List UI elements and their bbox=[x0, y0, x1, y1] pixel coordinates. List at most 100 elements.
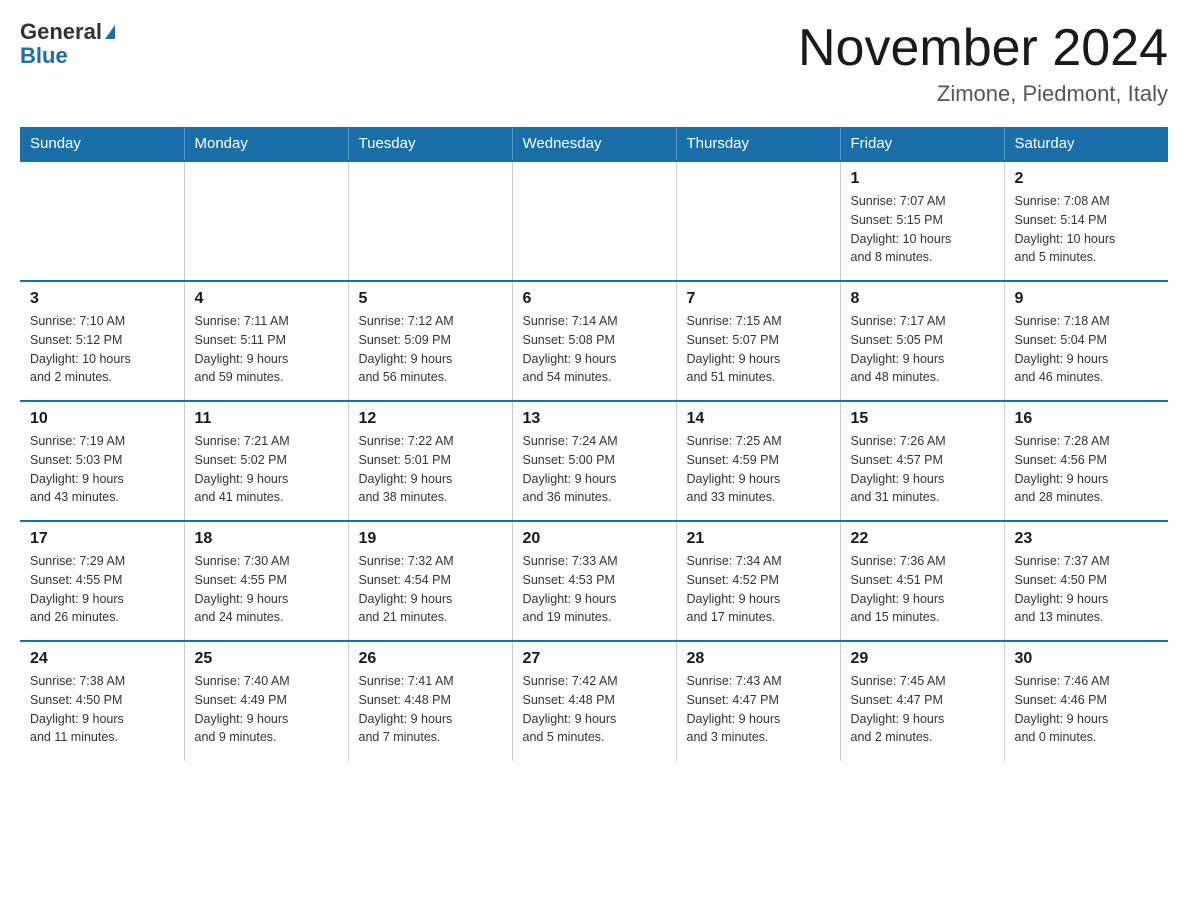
logo-triangle-icon bbox=[105, 25, 115, 39]
day-info: Sunrise: 7:21 AM Sunset: 5:02 PM Dayligh… bbox=[195, 432, 338, 507]
weekday-header-saturday: Saturday bbox=[1004, 127, 1168, 161]
calendar-cell: 25 Sunrise: 7:40 AM Sunset: 4:49 PM Dayli… bbox=[184, 641, 348, 761]
logo-general-text: General bbox=[20, 20, 102, 44]
day-number: 25 bbox=[195, 650, 338, 668]
calendar-cell: 26 Sunrise: 7:41 AM Sunset: 4:48 PM Dayli… bbox=[348, 641, 512, 761]
day-info: Sunrise: 7:07 AM Sunset: 5:15 PM Dayligh… bbox=[851, 192, 994, 267]
calendar-cell bbox=[512, 161, 676, 281]
day-info: Sunrise: 7:28 AM Sunset: 4:56 PM Dayligh… bbox=[1015, 432, 1159, 507]
calendar-cell: 27 Sunrise: 7:42 AM Sunset: 4:48 PM Dayli… bbox=[512, 641, 676, 761]
calendar-cell: 23Sunrise: 7:37 AM Sunset: 4:50 PM Dayli… bbox=[1004, 521, 1168, 641]
calendar-cell: 2 Sunrise: 7:08 AM Sunset: 5:14 PM Daylig… bbox=[1004, 161, 1168, 281]
day-info: Sunrise: 7:08 AM Sunset: 5:14 PM Dayligh… bbox=[1015, 192, 1159, 267]
calendar-cell: 10 Sunrise: 7:19 AM Sunset: 5:03 PM Dayli… bbox=[20, 401, 184, 521]
calendar-cell: 21Sunrise: 7:34 AM Sunset: 4:52 PM Dayli… bbox=[676, 521, 840, 641]
day-number: 14 bbox=[687, 410, 830, 428]
day-number: 9 bbox=[1015, 290, 1159, 308]
weekday-header-sunday: Sunday bbox=[20, 127, 184, 161]
calendar-week-row: 24Sunrise: 7:38 AM Sunset: 4:50 PM Dayli… bbox=[20, 641, 1168, 761]
day-number: 23 bbox=[1015, 530, 1159, 548]
day-number: 19 bbox=[359, 530, 502, 548]
location-title: Zimone, Piedmont, Italy bbox=[798, 81, 1168, 107]
day-info: Sunrise: 7:24 AM Sunset: 5:00 PM Dayligh… bbox=[523, 432, 666, 507]
month-title: November 2024 bbox=[798, 20, 1168, 77]
day-number: 18 bbox=[195, 530, 338, 548]
day-number: 22 bbox=[851, 530, 994, 548]
weekday-header-friday: Friday bbox=[840, 127, 1004, 161]
day-number: 16 bbox=[1015, 410, 1159, 428]
calendar-cell: 12 Sunrise: 7:22 AM Sunset: 5:01 PM Dayli… bbox=[348, 401, 512, 521]
day-number: 11 bbox=[195, 410, 338, 428]
day-info: Sunrise: 7:38 AM Sunset: 4:50 PM Dayligh… bbox=[30, 672, 174, 747]
day-info: Sunrise: 7:22 AM Sunset: 5:01 PM Dayligh… bbox=[359, 432, 502, 507]
calendar-cell bbox=[348, 161, 512, 281]
day-info: Sunrise: 7:33 AM Sunset: 4:53 PM Dayligh… bbox=[523, 552, 666, 627]
day-info: Sunrise: 7:45 AM Sunset: 4:47 PM Dayligh… bbox=[851, 672, 994, 747]
calendar-cell: 4 Sunrise: 7:11 AM Sunset: 5:11 PM Daylig… bbox=[184, 281, 348, 401]
day-info: Sunrise: 7:36 AM Sunset: 4:51 PM Dayligh… bbox=[851, 552, 994, 627]
day-info: Sunrise: 7:42 AM Sunset: 4:48 PM Dayligh… bbox=[523, 672, 666, 747]
day-number: 5 bbox=[359, 290, 502, 308]
day-number: 27 bbox=[523, 650, 666, 668]
day-info: Sunrise: 7:40 AM Sunset: 4:49 PM Dayligh… bbox=[195, 672, 338, 747]
weekday-header-wednesday: Wednesday bbox=[512, 127, 676, 161]
calendar-cell: 15 Sunrise: 7:26 AM Sunset: 4:57 PM Dayli… bbox=[840, 401, 1004, 521]
day-number: 2 bbox=[1015, 170, 1159, 188]
day-info: Sunrise: 7:11 AM Sunset: 5:11 PM Dayligh… bbox=[195, 312, 338, 387]
calendar-cell: 18 Sunrise: 7:30 AM Sunset: 4:55 PM Dayli… bbox=[184, 521, 348, 641]
day-number: 20 bbox=[523, 530, 666, 548]
day-number: 26 bbox=[359, 650, 502, 668]
calendar-cell: 17 Sunrise: 7:29 AM Sunset: 4:55 PM Dayli… bbox=[20, 521, 184, 641]
calendar-week-row: 3 Sunrise: 7:10 AM Sunset: 5:12 PM Daylig… bbox=[20, 281, 1168, 401]
calendar-cell bbox=[676, 161, 840, 281]
day-number: 17 bbox=[30, 530, 174, 548]
calendar-cell: 13 Sunrise: 7:24 AM Sunset: 5:00 PM Dayli… bbox=[512, 401, 676, 521]
logo: General Blue bbox=[20, 20, 115, 68]
day-info: Sunrise: 7:29 AM Sunset: 4:55 PM Dayligh… bbox=[30, 552, 174, 627]
weekday-header-tuesday: Tuesday bbox=[348, 127, 512, 161]
logo-blue-text: Blue bbox=[20, 44, 115, 68]
calendar-cell: 22 Sunrise: 7:36 AM Sunset: 4:51 PM Dayli… bbox=[840, 521, 1004, 641]
day-info: Sunrise: 7:25 AM Sunset: 4:59 PM Dayligh… bbox=[687, 432, 830, 507]
calendar-cell bbox=[184, 161, 348, 281]
calendar-cell: 7 Sunrise: 7:15 AM Sunset: 5:07 PM Daylig… bbox=[676, 281, 840, 401]
day-info: Sunrise: 7:18 AM Sunset: 5:04 PM Dayligh… bbox=[1015, 312, 1159, 387]
day-number: 29 bbox=[851, 650, 994, 668]
calendar-week-row: 10 Sunrise: 7:19 AM Sunset: 5:03 PM Dayli… bbox=[20, 401, 1168, 521]
title-area: November 2024 Zimone, Piedmont, Italy bbox=[798, 20, 1168, 107]
day-number: 12 bbox=[359, 410, 502, 428]
day-number: 1 bbox=[851, 170, 994, 188]
calendar-cell: 16 Sunrise: 7:28 AM Sunset: 4:56 PM Dayli… bbox=[1004, 401, 1168, 521]
header: General Blue November 2024 Zimone, Piedm… bbox=[20, 20, 1168, 107]
day-number: 3 bbox=[30, 290, 174, 308]
day-info: Sunrise: 7:34 AM Sunset: 4:52 PM Dayligh… bbox=[687, 552, 830, 627]
day-info: Sunrise: 7:10 AM Sunset: 5:12 PM Dayligh… bbox=[30, 312, 174, 387]
calendar-cell: 14 Sunrise: 7:25 AM Sunset: 4:59 PM Dayli… bbox=[676, 401, 840, 521]
day-info: Sunrise: 7:19 AM Sunset: 5:03 PM Dayligh… bbox=[30, 432, 174, 507]
day-number: 4 bbox=[195, 290, 338, 308]
calendar-cell: 1 Sunrise: 7:07 AM Sunset: 5:15 PM Daylig… bbox=[840, 161, 1004, 281]
day-number: 30 bbox=[1015, 650, 1159, 668]
day-info: Sunrise: 7:30 AM Sunset: 4:55 PM Dayligh… bbox=[195, 552, 338, 627]
weekday-header-row: SundayMondayTuesdayWednesdayThursdayFrid… bbox=[20, 127, 1168, 161]
day-info: Sunrise: 7:43 AM Sunset: 4:47 PM Dayligh… bbox=[687, 672, 830, 747]
calendar-cell: 30 Sunrise: 7:46 AM Sunset: 4:46 PM Dayli… bbox=[1004, 641, 1168, 761]
calendar-cell: 29 Sunrise: 7:45 AM Sunset: 4:47 PM Dayli… bbox=[840, 641, 1004, 761]
calendar-cell: 28Sunrise: 7:43 AM Sunset: 4:47 PM Dayli… bbox=[676, 641, 840, 761]
calendar-cell: 3 Sunrise: 7:10 AM Sunset: 5:12 PM Daylig… bbox=[20, 281, 184, 401]
day-number: 13 bbox=[523, 410, 666, 428]
calendar-cell bbox=[20, 161, 184, 281]
calendar-cell: 6Sunrise: 7:14 AM Sunset: 5:08 PM Daylig… bbox=[512, 281, 676, 401]
day-info: Sunrise: 7:17 AM Sunset: 5:05 PM Dayligh… bbox=[851, 312, 994, 387]
day-info: Sunrise: 7:41 AM Sunset: 4:48 PM Dayligh… bbox=[359, 672, 502, 747]
calendar-cell: 5 Sunrise: 7:12 AM Sunset: 5:09 PM Daylig… bbox=[348, 281, 512, 401]
calendar-cell: 8Sunrise: 7:17 AM Sunset: 5:05 PM Daylig… bbox=[840, 281, 1004, 401]
day-info: Sunrise: 7:15 AM Sunset: 5:07 PM Dayligh… bbox=[687, 312, 830, 387]
day-info: Sunrise: 7:26 AM Sunset: 4:57 PM Dayligh… bbox=[851, 432, 994, 507]
weekday-header-thursday: Thursday bbox=[676, 127, 840, 161]
day-number: 7 bbox=[687, 290, 830, 308]
day-number: 10 bbox=[30, 410, 174, 428]
day-info: Sunrise: 7:46 AM Sunset: 4:46 PM Dayligh… bbox=[1015, 672, 1159, 747]
day-number: 15 bbox=[851, 410, 994, 428]
day-info: Sunrise: 7:12 AM Sunset: 5:09 PM Dayligh… bbox=[359, 312, 502, 387]
